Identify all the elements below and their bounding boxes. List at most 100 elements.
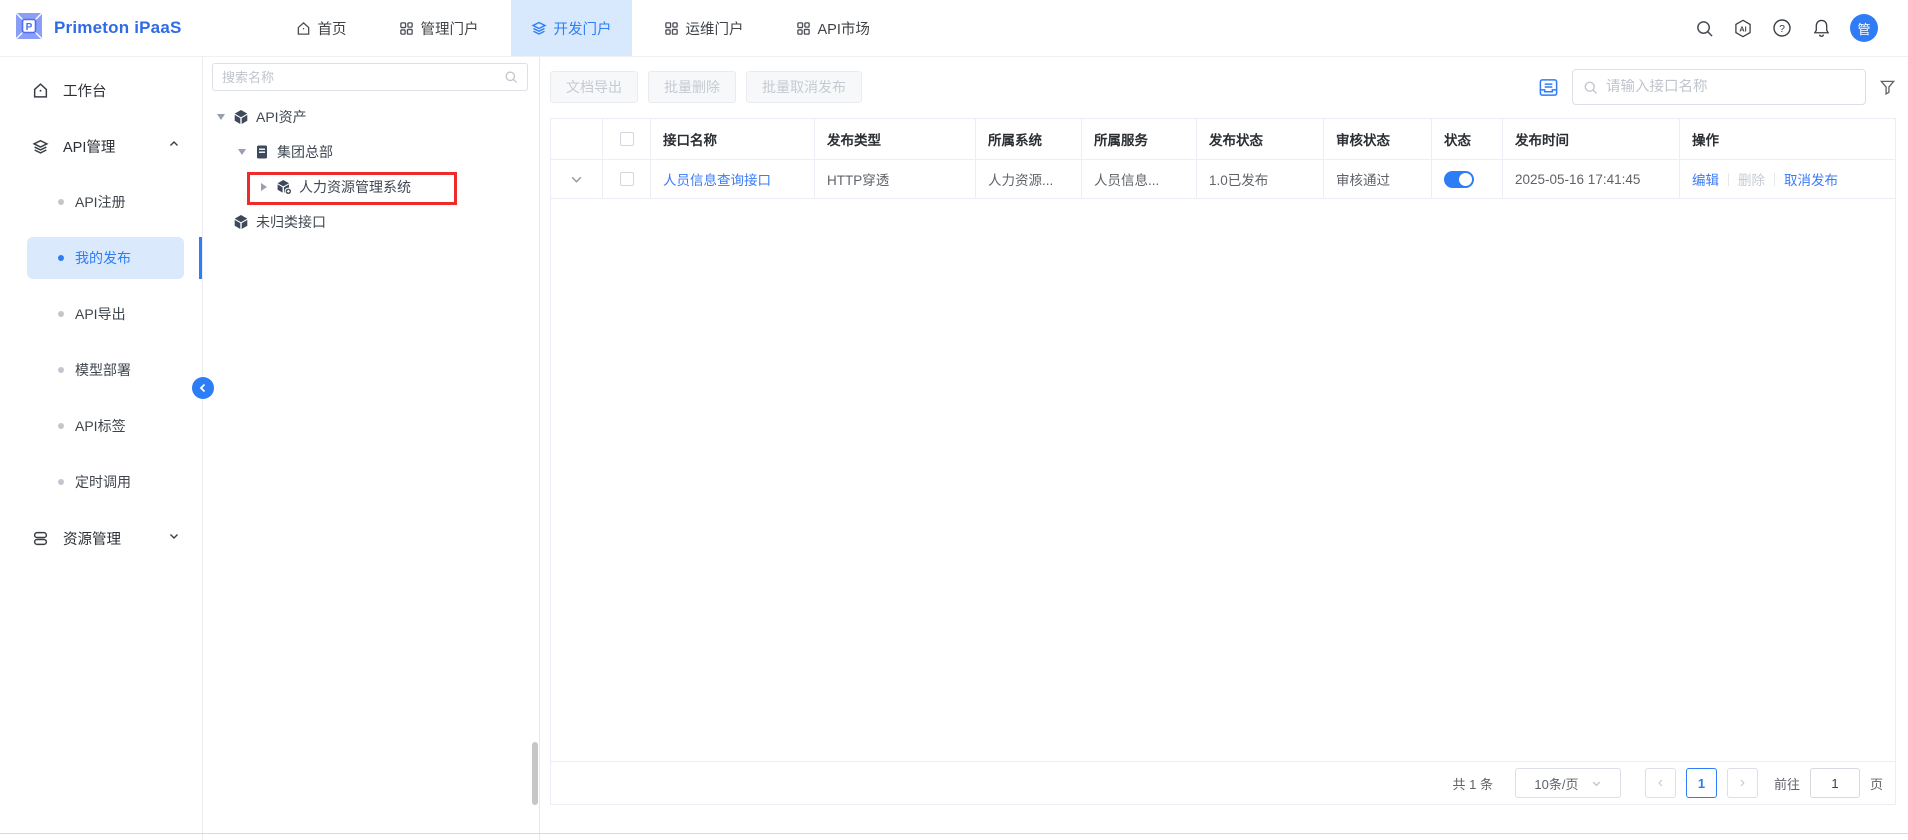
cell-interface-name: 人员信息查询接口 [651, 160, 815, 198]
chevron-down-icon [1591, 778, 1602, 789]
nav-item-api-market[interactable]: API市场 [776, 0, 890, 56]
bullet-dot-icon [58, 423, 64, 429]
document-icon [254, 144, 270, 160]
caret-down-icon[interactable] [237, 149, 247, 155]
navbar-actions: AI ? 管 [1694, 14, 1908, 42]
tree-search-box [212, 63, 528, 91]
status-toggle-on[interactable] [1444, 171, 1474, 188]
interface-search-input[interactable] [1606, 79, 1855, 95]
cell-operations: 编辑 删除 取消发布 [1680, 160, 1895, 198]
tree-search-input[interactable] [222, 70, 504, 85]
column-header-name: 接口名称 [651, 119, 815, 159]
bell-icon[interactable] [1811, 18, 1831, 38]
cell-publish-time: 2025-05-16 17:41:45 [1503, 160, 1680, 198]
page-unit-label: 页 [1870, 774, 1883, 793]
sidebar-item-scheduled-call[interactable]: 定时调用 [0, 454, 202, 510]
nav-item-admin-portal[interactable]: 管理门户 [379, 0, 499, 56]
layers-icon [531, 20, 547, 36]
sidebar-item-resource-management[interactable]: 资源管理 [0, 510, 202, 566]
tree-node-api-assets[interactable]: API资产 [204, 99, 539, 134]
cube-gear-icon [276, 179, 292, 195]
home-icon [296, 21, 311, 36]
sidebar-item-api-export[interactable]: API导出 [0, 286, 202, 342]
ai-assistant-icon[interactable]: AI [1733, 18, 1753, 38]
svg-text:?: ? [1779, 23, 1785, 35]
table-row: 人员信息查询接口 HTTP穿透 人力资源... 人员信息... 1.0已发布 审… [551, 160, 1895, 199]
nav-item-dev-portal[interactable]: 开发门户 [511, 0, 632, 56]
cell-publish-status: 1.0已发布 [1197, 160, 1324, 198]
page-size-select[interactable]: 10条/页 [1515, 768, 1621, 798]
goto-label: 前往 [1774, 774, 1800, 793]
grid-icon [796, 21, 811, 36]
brand-logo-icon: P [14, 11, 44, 46]
collapse-left-icon [198, 383, 208, 393]
cell-status [1432, 160, 1503, 198]
action-separator [1774, 173, 1775, 186]
interface-name-link[interactable]: 人员信息查询接口 [663, 169, 771, 189]
window-bottom-divider [0, 833, 1908, 834]
prev-page-button[interactable]: ‹ [1645, 768, 1676, 798]
export-icon[interactable] [1538, 77, 1559, 98]
doc-export-button[interactable]: 文档导出 [550, 71, 638, 103]
sidebar-item-api-register[interactable]: API注册 [0, 174, 202, 230]
sidebar-item-my-publish[interactable]: 我的发布 [0, 230, 202, 286]
api-asset-tree-panel: API资产 集团总部 人力资源管理系统 未归类接口 [204, 57, 540, 840]
grid-icon [399, 21, 414, 36]
bullet-dot-icon [58, 255, 64, 261]
total-count-label: 共 1 条 [1453, 774, 1493, 793]
portal-nav: 首页 管理门户 开发门户 运维门户 API市场 [270, 0, 896, 56]
tree-scrollbar-thumb[interactable] [532, 742, 538, 805]
toolbar: 文档导出 批量删除 批量取消发布 [550, 69, 1896, 105]
sidebar-collapse-button[interactable] [192, 377, 214, 399]
row-checkbox-cell [603, 160, 651, 198]
nav-item-home[interactable]: 首页 [276, 0, 367, 56]
cell-service: 人员信息... [1082, 160, 1197, 198]
unpublish-action-link[interactable]: 取消发布 [1784, 169, 1838, 189]
column-header-operations: 操作 [1680, 119, 1895, 159]
goto-page-input[interactable] [1810, 768, 1860, 798]
select-all-checkbox[interactable] [620, 132, 634, 146]
user-avatar[interactable]: 管 [1850, 14, 1878, 42]
chevron-up-icon [168, 138, 180, 154]
search-icon [1583, 80, 1598, 95]
nav-item-ops-portal[interactable]: 运维门户 [644, 0, 764, 56]
sidebar-item-api-management[interactable]: API管理 [0, 118, 202, 174]
api-layers-icon [32, 138, 49, 155]
sidebar-item-api-tags[interactable]: API标签 [0, 398, 202, 454]
help-icon[interactable]: ? [1772, 18, 1792, 38]
header-expand-cell [551, 119, 603, 159]
next-page-button[interactable]: › [1727, 768, 1758, 798]
tree-node-group-hq[interactable]: 集团总部 [204, 134, 539, 169]
expand-chevron-down-icon[interactable] [570, 173, 583, 186]
caret-right-icon[interactable] [259, 183, 269, 191]
column-header-publish-time: 发布时间 [1503, 119, 1680, 159]
tree-node-uncategorized[interactable]: 未归类接口 [204, 204, 539, 239]
caret-down-icon[interactable] [216, 114, 226, 120]
batch-unpublish-button[interactable]: 批量取消发布 [746, 71, 862, 103]
sidebar-item-workbench[interactable]: 工作台 [0, 62, 202, 118]
top-navbar: P Primeton iPaaS 首页 管理门户 开发门户 运维门户 API市场 [0, 0, 1908, 57]
column-header-publish-status: 发布状态 [1197, 119, 1324, 159]
sidebar-item-model-deploy[interactable]: 模型部署 [0, 342, 202, 398]
column-header-status: 状态 [1432, 119, 1503, 159]
filter-icon[interactable] [1879, 79, 1896, 96]
sidebar: 工作台 API管理 API注册 我的发布 API导出 模型部署 API标签 定时… [0, 57, 203, 840]
table-header: 接口名称 发布类型 所属系统 所属服务 发布状态 审核状态 状态 发布时间 操作 [551, 119, 1895, 160]
svg-text:AI: AI [1739, 24, 1746, 33]
current-page-button[interactable]: 1 [1686, 768, 1717, 798]
column-header-audit-status: 审核状态 [1324, 119, 1432, 159]
chevron-down-icon [168, 530, 180, 546]
delete-action-link[interactable]: 删除 [1738, 169, 1765, 189]
row-checkbox[interactable] [620, 172, 634, 186]
edit-action-link[interactable]: 编辑 [1692, 169, 1719, 189]
grid-icon [664, 21, 679, 36]
batch-delete-button[interactable]: 批量删除 [648, 71, 736, 103]
cube-icon [233, 109, 249, 125]
tree-node-hr-system[interactable]: 人力资源管理系统 [204, 169, 539, 204]
header-checkbox-cell [603, 119, 651, 159]
action-separator [1728, 173, 1729, 186]
bullet-dot-icon [58, 479, 64, 485]
search-icon [504, 70, 518, 84]
search-icon[interactable] [1694, 18, 1714, 38]
pagination: 共 1 条 10条/页 ‹ 1 › 前往 页 [551, 761, 1895, 804]
